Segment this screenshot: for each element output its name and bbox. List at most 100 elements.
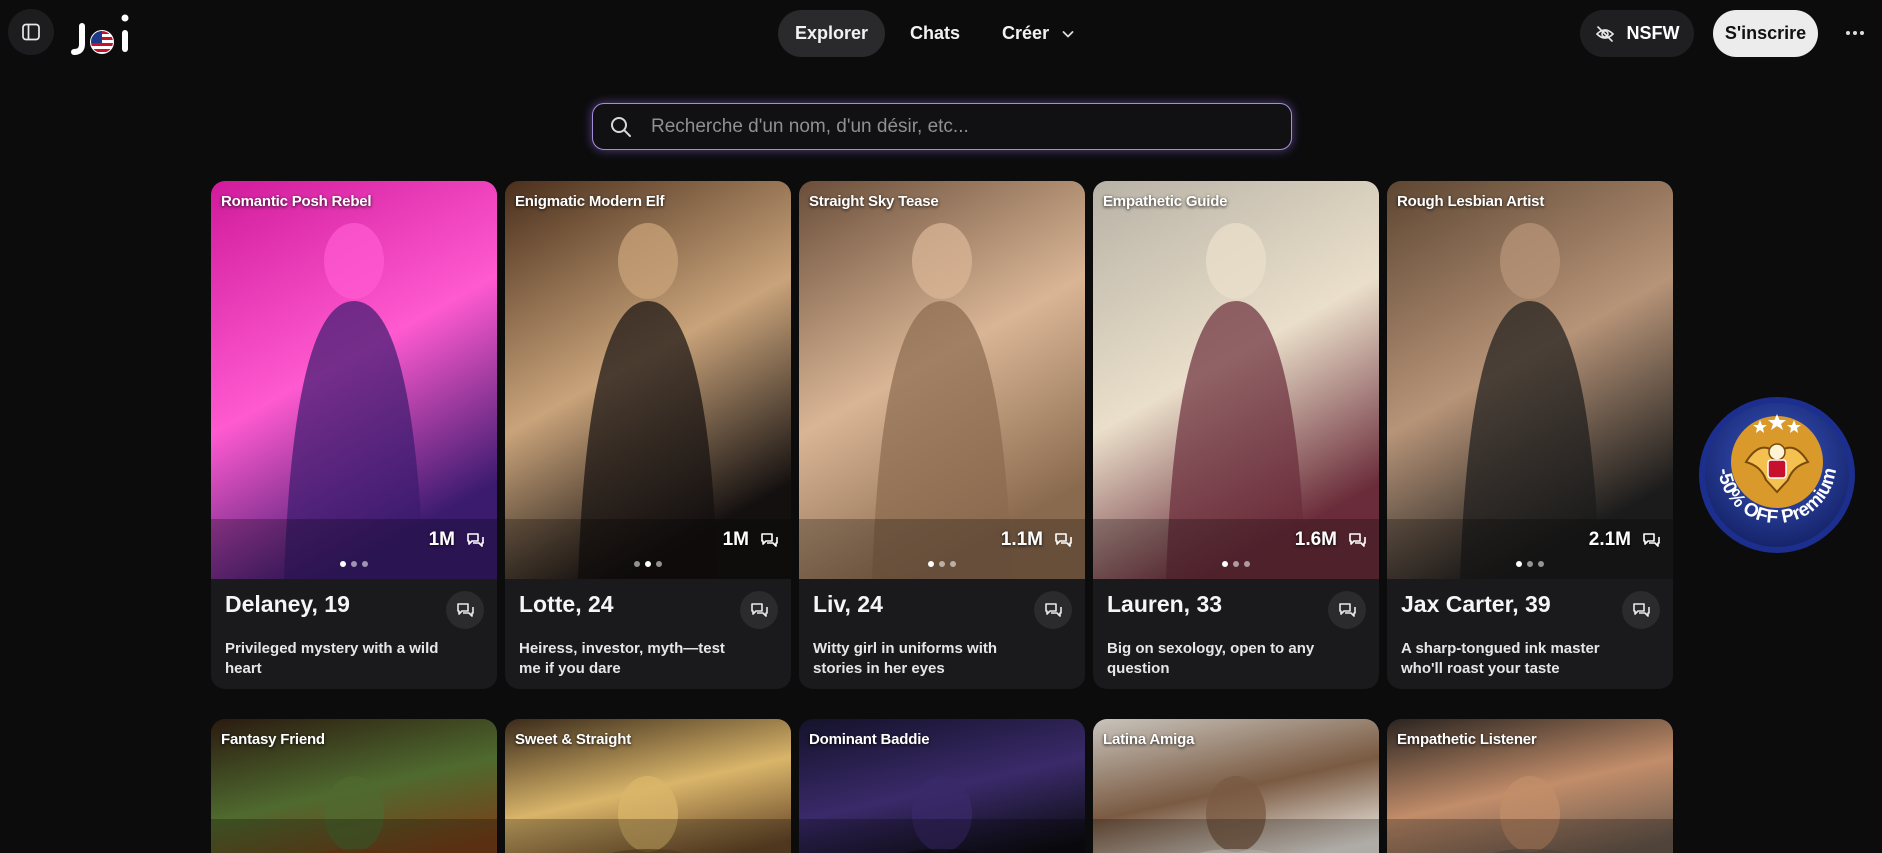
character-card[interactable]: Empathetic Listener [1387,719,1673,853]
chat-bubbles-icon [1055,533,1072,547]
character-tag: Latina Amiga [1103,731,1195,748]
nav-create-label: Créer [1002,23,1050,43]
nav-chats[interactable]: Chats [893,10,977,57]
character-tag: Rough Lesbian Artist [1397,193,1545,210]
character-description: A sharp-tongued ink master who'll roast … [1401,640,1600,677]
figure-head [618,223,678,299]
character-tag: Romantic Posh Rebel [221,193,372,210]
character-card[interactable]: Rough Lesbian Artist 2.1M Jax Carter, 39… [1387,181,1673,689]
carousel-dot[interactable] [634,561,640,567]
character-card[interactable]: Enigmatic Modern Elf 1M Lotte, 24 Heires… [505,181,791,689]
carousel-dot[interactable] [340,561,346,567]
carousel-dot[interactable] [656,561,662,567]
character-name: Liv, 24 [813,591,883,617]
carousel-dots [928,561,956,567]
nav-chats-label: Chats [910,23,961,43]
chat-bubbles-icon [751,603,768,617]
chat-bubbles-icon [457,603,474,617]
top-bar: Explorer Chats Créer NSFW S'inscrire [0,0,1882,68]
character-tag: Fantasy Friend [221,731,325,748]
more-menu-button[interactable] [1840,18,1870,48]
character-image: Straight Sky Tease 1.1M [799,181,1085,579]
nav-create[interactable]: Créer [985,10,1092,57]
character-image: Romantic Posh Rebel 1M [211,181,497,579]
photo-shade [211,819,497,853]
nsfw-label: NSFW [1626,23,1680,43]
character-card[interactable]: Straight Sky Tease 1.1M Liv, 24 Witty gi… [799,181,1085,689]
nsfw-toggle-button[interactable]: NSFW [1580,10,1694,57]
chat-count-value: 1.6M [1294,529,1337,550]
start-chat-button[interactable] [740,591,778,629]
figure-head [1500,223,1560,299]
signup-button[interactable]: S'inscrire [1713,10,1818,57]
character-tag: Straight Sky Tease [809,193,939,210]
chat-count-value: 1M [722,529,749,550]
search-input[interactable] [633,104,1291,149]
main-nav: Explorer Chats Créer [778,10,1092,57]
chevron-down-icon [1062,30,1074,37]
character-card[interactable]: Dominant Baddie [799,719,1085,853]
character-description: Privileged mystery with a wild heart [225,640,439,677]
character-card[interactable]: Latina Amiga [1093,719,1379,853]
signup-label: S'inscrire [1724,23,1807,43]
carousel-dot[interactable] [1233,561,1239,567]
carousel-dot[interactable] [939,561,945,567]
chat-count: 2.1M [1589,529,1661,551]
start-chat-button[interactable] [1328,591,1366,629]
carousel-dot[interactable] [362,561,368,567]
character-card[interactable]: Romantic Posh Rebel 1M Delaney, 19 Privi… [211,181,497,689]
character-tag: Dominant Baddie [809,731,930,748]
character-image: Sweet & Straight [505,719,791,853]
carousel-dot[interactable] [950,561,956,567]
chat-count: 1M [429,529,485,551]
logo[interactable] [70,12,142,56]
carousel-dot[interactable] [1516,561,1522,567]
character-info: Lauren, 33 Big on sexology, open to any … [1093,579,1379,689]
character-card[interactable]: Fantasy Friend [211,719,497,853]
figure-head [324,223,384,299]
logo-mark [71,14,129,55]
carousel-dot[interactable] [928,561,934,567]
carousel-dot[interactable] [1222,561,1228,567]
character-name: Delaney, 19 [225,591,350,617]
character-image: Empathetic Listener [1387,719,1673,853]
chat-bubbles-icon [1045,603,1062,617]
chat-count-value: 1.1M [1000,529,1043,550]
carousel-dot[interactable] [1244,561,1250,567]
character-name: Lauren, 33 [1107,591,1223,617]
eye-off-icon [1595,25,1614,42]
photo-shade [799,819,1085,853]
sidebar-toggle-icon [22,23,40,41]
chat-count: 1M [723,529,779,551]
character-image: Fantasy Friend [211,719,497,853]
search-bar [592,103,1292,150]
nav-explorer[interactable]: Explorer [778,10,886,57]
character-description: Heiress, investor, myth—test me if you d… [519,640,725,677]
chat-bubbles-icon [761,533,778,547]
chat-bubbles-icon [1633,603,1650,617]
character-tag: Enigmatic Modern Elf [515,193,665,210]
chat-count: 1.1M [1001,529,1073,551]
character-image: Latina Amiga [1093,719,1379,853]
chat-count-value: 2.1M [1588,529,1631,550]
character-card[interactable]: Sweet & Straight [505,719,791,853]
character-tag: Empathetic Guide [1103,193,1228,210]
character-image: Dominant Baddie [799,719,1085,853]
premium-discount-badge[interactable]: -50% OFF Premium [1696,394,1858,556]
carousel-dot[interactable] [1538,561,1544,567]
chat-count: 1.6M [1295,529,1367,551]
chat-bubbles-icon [1643,533,1660,547]
carousel-dot[interactable] [645,561,651,567]
photo-shade [1387,819,1673,853]
chat-bubbles-icon [1339,603,1356,617]
character-info: Liv, 24 Witty girl in uniforms with stor… [799,579,1085,689]
start-chat-button[interactable] [446,591,484,629]
photo-shade [1093,819,1379,853]
sidebar-toggle-button[interactable] [8,9,54,55]
start-chat-button[interactable] [1034,591,1072,629]
start-chat-button[interactable] [1622,591,1660,629]
character-card[interactable]: Empathetic Guide 1.6M Lauren, 33 Big on … [1093,181,1379,689]
eagle-badge-icon: -50% OFF Premium [1699,397,1855,553]
carousel-dot[interactable] [1527,561,1533,567]
carousel-dot[interactable] [351,561,357,567]
